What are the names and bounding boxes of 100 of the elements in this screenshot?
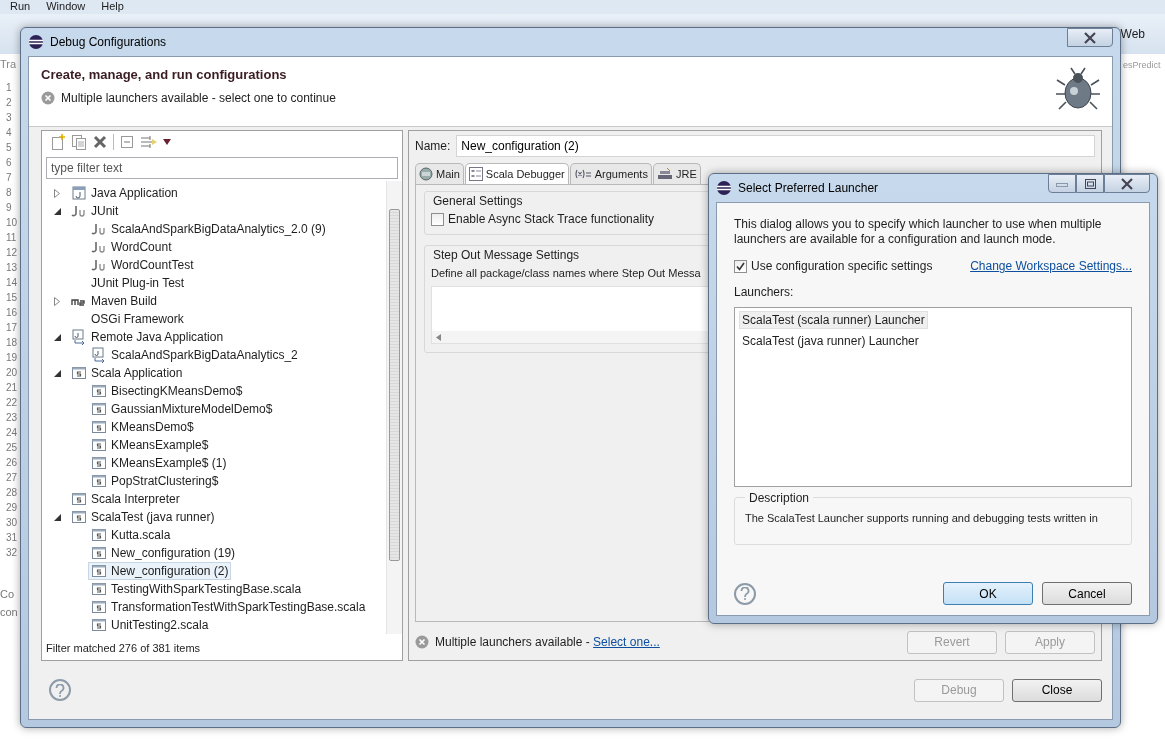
scala-icon [91, 419, 107, 435]
tree-item[interactable]: UnitTesting2.scala [88, 616, 212, 634]
line-number: 1 [5, 81, 13, 95]
tree-item[interactable]: GaussianMixtureModelDemo$ [88, 400, 276, 418]
delete-icon [92, 134, 108, 150]
perspective-label[interactable]: Web [1120, 27, 1145, 41]
minimize-button[interactable] [1048, 174, 1076, 193]
dialog-button[interactable]: Close [1012, 678, 1102, 702]
new-config-icon [50, 134, 66, 150]
caret-icon [163, 139, 171, 145]
tab[interactable]: Scala Debugger [464, 163, 569, 184]
scroll-left-icon[interactable] [436, 333, 441, 341]
tree-item[interactable]: OSGi Framework [68, 310, 187, 328]
tab[interactable]: Arguments [569, 163, 652, 184]
line-number: 21 [5, 381, 19, 395]
tree-item[interactable]: WordCountTest [88, 256, 197, 274]
tree-item[interactable]: TestingWithSparkTestingBase.scala [88, 580, 305, 598]
junit-icon [71, 203, 87, 219]
line-number: 30 [5, 516, 19, 530]
filter-field[interactable]: type filter text [46, 157, 398, 179]
scala-icon [91, 599, 107, 615]
expanded-icon[interactable] [54, 513, 61, 521]
expanded-icon[interactable] [54, 369, 61, 377]
scrollbar[interactable] [386, 181, 402, 634]
scala-icon [91, 383, 107, 399]
remote-app-icon [91, 347, 107, 363]
expanded-icon[interactable] [54, 207, 61, 215]
line-number: 23 [5, 411, 19, 425]
tab[interactable]: JRE [652, 163, 701, 184]
list-item[interactable]: ScalaTest (scala runner) Launcher [739, 311, 928, 329]
line-number: 26 [5, 456, 19, 470]
scala-icon [91, 401, 107, 417]
junit-icon [91, 221, 107, 237]
tree-item[interactable]: TransformationTestWithSparkTestingBase.scala [88, 598, 369, 616]
menu-item[interactable]: Window [46, 0, 86, 14]
line-number: 10 [5, 216, 19, 230]
name-field[interactable]: New_configuration (2) [456, 135, 1095, 157]
line-number: 32 [5, 546, 19, 560]
tree-item[interactable]: KMeansExample$ (1) [88, 454, 230, 472]
checkbox-label: Enable Async Stack Trace functionality [448, 212, 655, 226]
tree-item[interactable]: New_configuration (2) [88, 562, 232, 580]
intro-text: This dialog allows you to specify which launcher to use when multiple launchers are available for a configuration and launch mode. [734, 217, 1103, 247]
list-item[interactable]: ScalaTest (java runner) Launcher [739, 332, 922, 350]
tree-item[interactable]: WordCount [88, 238, 175, 256]
tree-item[interactable]: PopStratClustering$ [88, 472, 222, 490]
tree-item[interactable]: Remote Java Application [68, 328, 227, 346]
workspace-settings-link[interactable]: Change Workspace Settings... [970, 259, 1132, 273]
tree-item[interactable]: Scala Application [68, 364, 186, 382]
description-text: The ScalaTest Launcher supports running and debugging tests written in [745, 512, 1099, 524]
checkbox[interactable] [734, 259, 747, 273]
select-link[interactable]: Select one... [593, 635, 660, 649]
header-message: Multiple launchers available - select one to continue [61, 91, 336, 105]
tree-item[interactable]: New_configuration (19) [88, 544, 239, 562]
group-title: General Settings [433, 194, 524, 208]
tree-item[interactable]: JUnit [68, 202, 122, 220]
junit-icon [91, 239, 107, 255]
launchers-label: Launchers: [734, 285, 795, 299]
line-number: 12 [5, 246, 19, 260]
help-icon[interactable] [734, 582, 756, 605]
tree-item[interactable]: BisectingKMeansDemo$ [88, 382, 246, 400]
maximize-button[interactable] [1076, 174, 1104, 193]
editor-tab[interactable]: Tra [0, 58, 20, 80]
group-title: Description [745, 491, 814, 505]
scala-icon [91, 617, 107, 633]
close-button[interactable] [1067, 28, 1113, 47]
line-number: 11 [5, 231, 18, 245]
tab[interactable]: Main [415, 163, 464, 184]
tree-item[interactable]: KMeansExample$ [88, 436, 212, 454]
close-icon [1120, 177, 1134, 190]
console-tab[interactable]: Co [0, 588, 20, 600]
line-number: 28 [5, 486, 19, 500]
tree-item[interactable]: JUnit Plug-in Test [68, 274, 188, 292]
line-number: 7 [5, 171, 13, 185]
line-number: 4 [5, 126, 13, 140]
tree-item[interactable]: ScalaAndSparkBigDataAnalytics_2.0 (9) [88, 220, 329, 238]
close-button[interactable] [1104, 174, 1150, 193]
group-title: Step Out Message Settings [433, 248, 581, 262]
scala-icon [91, 581, 107, 597]
menu-item[interactable]: Help [101, 0, 124, 14]
minimize-icon [1056, 180, 1068, 187]
tree-item[interactable]: Java Application [68, 184, 181, 202]
menu-item[interactable]: Run [10, 0, 31, 14]
window-title: Debug Configurations [50, 35, 168, 49]
tree-item[interactable]: ScalaTest (java runner) [68, 508, 218, 526]
collapsed-icon[interactable] [54, 296, 60, 306]
tree-item[interactable]: Maven Build [68, 292, 161, 310]
tree-item[interactable]: Kutta.scala [88, 526, 174, 544]
collapsed-icon[interactable] [54, 188, 60, 198]
expanded-icon[interactable] [54, 333, 61, 341]
tree-item[interactable]: ScalaAndSparkBigDataAnalytics_2 [88, 346, 301, 364]
warning-icon [41, 91, 55, 105]
line-number: 13 [5, 261, 19, 275]
line-number: 16 [5, 306, 19, 320]
dialog-button[interactable]: OK [943, 582, 1033, 605]
line-number: 5 [5, 141, 13, 155]
tree-item[interactable]: KMeansDemo$ [88, 418, 197, 436]
line-number: 14 [5, 276, 19, 290]
dialog-button[interactable]: Cancel [1042, 582, 1132, 605]
tree-item[interactable]: Scala Interpreter [68, 490, 183, 508]
checkbox[interactable] [431, 212, 444, 226]
